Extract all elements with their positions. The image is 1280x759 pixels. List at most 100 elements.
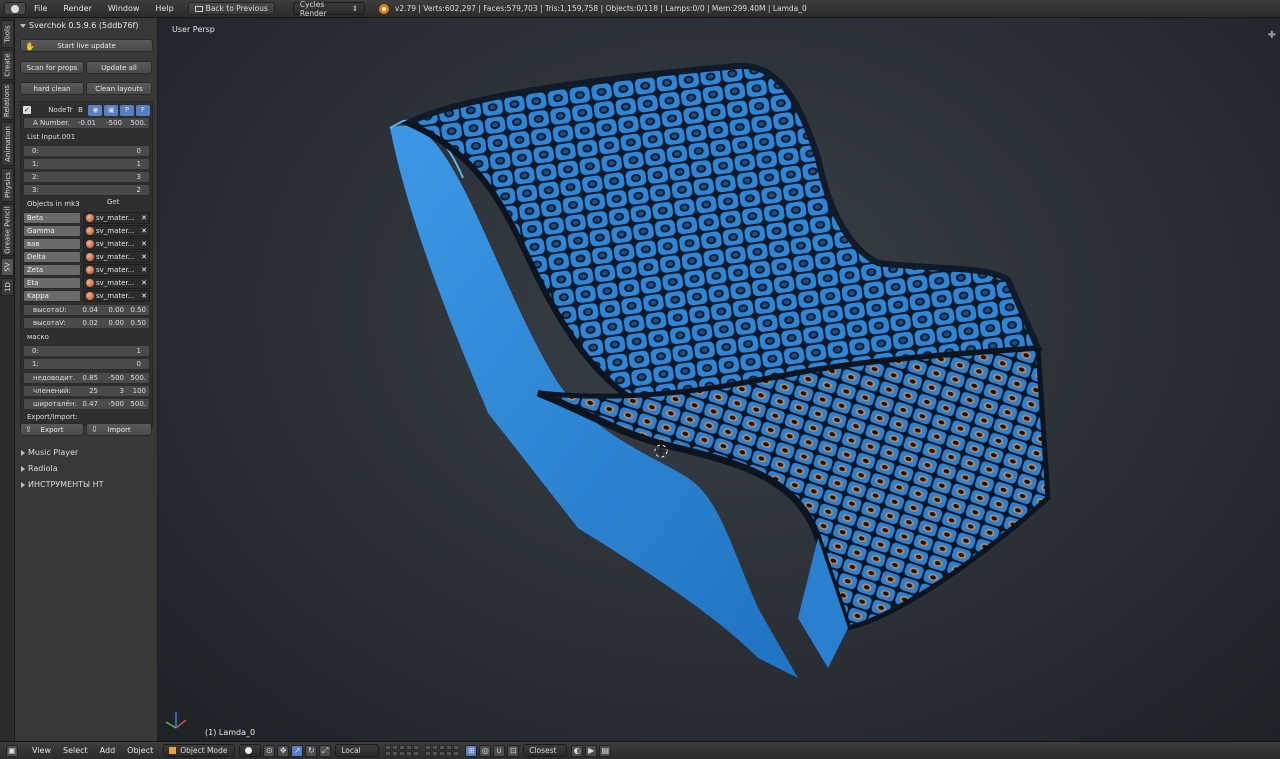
material-field[interactable]: sv_mater... ✕: [83, 238, 150, 250]
render-still-icon[interactable]: ◐: [571, 744, 584, 757]
hard-clean-button[interactable]: hard clean: [20, 82, 84, 95]
menu-select[interactable]: Select: [57, 746, 94, 755]
pivot-icon[interactable]: ⊙: [263, 744, 276, 757]
instruments-nt-panel[interactable]: ИНСТРУМЕНТЫ НТ: [21, 480, 104, 489]
tab-physics[interactable]: Physics: [1, 168, 14, 202]
camera-icon[interactable]: ▣: [104, 104, 119, 116]
tab-relations[interactable]: Relations: [1, 82, 14, 120]
material-field[interactable]: sv_mater... ✕: [83, 277, 150, 289]
bench-model[interactable]: [158, 18, 1280, 741]
expand-arrow-icon: [21, 481, 25, 488]
clean-layouts-button[interactable]: Clean layouts: [86, 82, 152, 95]
translate-icon[interactable]: ↗: [291, 744, 304, 757]
close-icon[interactable]: ✕: [140, 253, 148, 261]
material-field[interactable]: sv_mater... ✕: [83, 264, 150, 276]
snap-element-icon[interactable]: ⊡: [507, 744, 520, 757]
scan-for-props-button[interactable]: Scan for props: [20, 61, 84, 74]
node-tree-p-button[interactable]: P: [120, 104, 135, 116]
update-all-button[interactable]: Update all: [86, 61, 152, 74]
objects-get-button[interactable]: Get: [107, 198, 119, 206]
viewport-shading-select[interactable]: [239, 744, 262, 757]
3d-viewport[interactable]: User Persp ✚ (1) Lamda_0: [158, 18, 1280, 741]
render-engine-select[interactable]: Cycles Render ⇕: [292, 0, 365, 18]
panel-header[interactable]: Sverchok 0.5.9.6 (5ddb76f): [20, 21, 153, 30]
list-input-item[interactable]: 2: 3: [23, 171, 150, 183]
menu-object[interactable]: Object: [121, 746, 159, 755]
eye-icon[interactable]: ◉: [88, 104, 103, 116]
object-name-button[interactable]: Kappa: [23, 290, 81, 302]
object-name-button[interactable]: Zeta: [23, 264, 81, 276]
node-tree-name[interactable]: NodeTr: [33, 106, 72, 114]
top-menu-bar: File Render Window Help Back to Previous…: [0, 0, 1280, 18]
snap-magnet-icon[interactable]: ∪: [493, 744, 506, 757]
menu-view[interactable]: View: [26, 746, 57, 755]
back-to-previous-button[interactable]: Back to Previous: [187, 2, 275, 15]
material-field[interactable]: sv_mater... ✕: [83, 212, 150, 224]
radiola-panel[interactable]: Radiola: [21, 464, 58, 473]
snap-target-select[interactable]: Closest: [523, 744, 568, 757]
mask-item[interactable]: 1: 0: [23, 358, 150, 370]
sphere-icon: [245, 747, 253, 754]
shirotalen-row[interactable]: широталён: 0.47 -500 500.: [23, 398, 150, 410]
music-player-panel[interactable]: Music Player: [21, 448, 78, 457]
list-input-item[interactable]: 0: 0: [23, 145, 150, 157]
menu-file[interactable]: File: [26, 4, 55, 13]
object-name-button[interactable]: Eta: [23, 277, 81, 289]
material-field[interactable]: sv_mater... ✕: [83, 225, 150, 237]
close-icon[interactable]: ✕: [140, 266, 148, 274]
proportional-edit-icon[interactable]: ◎: [479, 744, 492, 757]
tab-tools[interactable]: Tools: [1, 20, 14, 48]
material-icon: [86, 240, 94, 248]
mode-select[interactable]: Object Mode: [163, 744, 236, 757]
info-editor-type-icon[interactable]: [4, 2, 26, 15]
material-field[interactable]: sv_mater... ✕: [83, 290, 150, 302]
menu-add[interactable]: Add: [94, 746, 122, 755]
export-button[interactable]: ⇪ Export: [20, 423, 84, 436]
close-icon[interactable]: ✕: [140, 240, 148, 248]
layer-buttons[interactable]: [385, 745, 420, 756]
list-input-item[interactable]: 3: 2: [23, 184, 150, 196]
menu-render[interactable]: Render: [55, 4, 99, 13]
tab-create[interactable]: Create: [1, 50, 14, 80]
node-tree-b-button[interactable]: B: [75, 106, 87, 114]
material-field[interactable]: sv_mater... ✕: [83, 251, 150, 263]
lock-layers-icon[interactable]: ⊞: [465, 744, 478, 757]
list-input-item[interactable]: 1: 1: [23, 158, 150, 170]
panel-title: Sverchok 0.5.9.6 (5ddb76f): [29, 21, 139, 30]
object-name-button[interactable]: Delta: [23, 251, 81, 263]
object-name-button[interactable]: вав: [23, 238, 81, 250]
mask-item[interactable]: 0: 1: [23, 345, 150, 357]
menu-help[interactable]: Help: [147, 4, 181, 13]
node-tree-f-button[interactable]: F: [136, 104, 150, 116]
chlenenii-row[interactable]: членений: 25 3 100: [23, 385, 150, 397]
height-u-row[interactable]: высотаU: 0.04 0.00 0.50: [23, 304, 150, 316]
object-name-button[interactable]: Gamma: [23, 225, 81, 237]
object-name-button[interactable]: Beta: [23, 212, 81, 224]
scale-icon[interactable]: ⤢: [319, 744, 332, 757]
close-icon[interactable]: ✕: [140, 279, 148, 287]
transform-orientation-select[interactable]: Local: [335, 744, 380, 757]
render-animation-icon[interactable]: ▶: [585, 744, 598, 757]
close-icon[interactable]: ✕: [140, 227, 148, 235]
close-icon[interactable]: ✕: [140, 292, 148, 300]
import-button[interactable]: ⇩ Import: [86, 423, 152, 436]
opengl-render-icon[interactable]: ▤: [599, 744, 612, 757]
rotate-icon[interactable]: ↻: [305, 744, 318, 757]
height-v-row[interactable]: высотаV: 0.02 0.00 0.50: [23, 317, 150, 329]
tab-grease-pencil[interactable]: Grease Pencil: [1, 204, 14, 256]
export-icon: ⇪: [25, 425, 32, 434]
tab-1d[interactable]: 1D: [1, 278, 14, 296]
close-icon[interactable]: ✕: [140, 214, 148, 222]
a-number-row[interactable]: A Number. -0.01 -500 500.: [23, 117, 150, 129]
tab-sv[interactable]: SV: [1, 258, 14, 276]
menu-window[interactable]: Window: [100, 4, 148, 13]
tab-animation[interactable]: Animation: [1, 122, 14, 166]
editor-type-icon[interactable]: ▣: [6, 744, 18, 757]
layer-buttons[interactable]: [425, 745, 460, 756]
nedovodit-row[interactable]: недоводит. 0.85 -500 500.: [23, 372, 150, 384]
start-live-update-button[interactable]: ✋ Start live update: [20, 39, 153, 52]
stats-text: v2.79 | Verts:602,297 | Faces:579,703 | …: [394, 4, 807, 13]
node-tree-checkbox[interactable]: ✓: [23, 106, 31, 114]
manipulator-icon[interactable]: ✥: [277, 744, 290, 757]
objects-in-title: Objects in mk3: [27, 200, 80, 208]
